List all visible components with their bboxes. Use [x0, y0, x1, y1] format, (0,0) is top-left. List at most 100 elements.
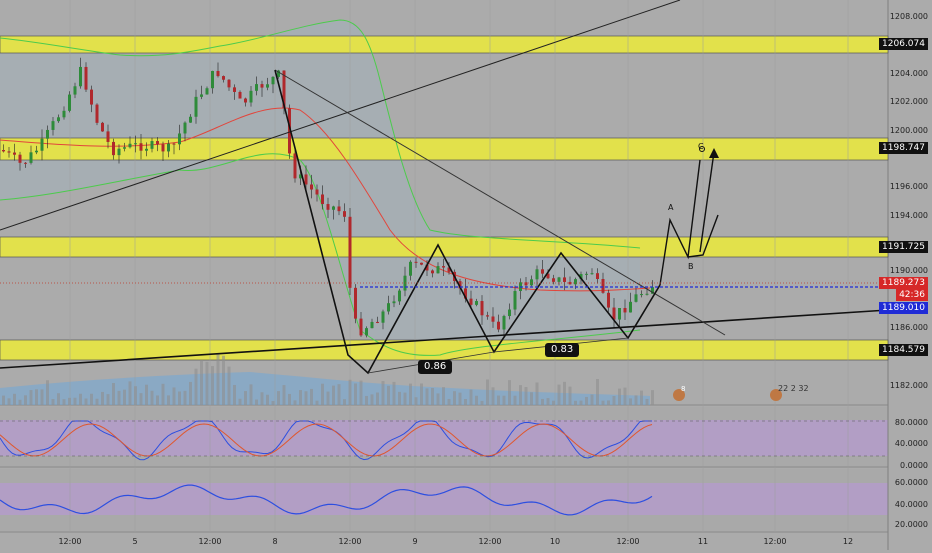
volume-bar — [238, 398, 242, 405]
volume-bar — [585, 396, 588, 405]
volume-bar — [343, 399, 346, 405]
time-tick: 12:00 — [198, 537, 222, 546]
volume-bar — [288, 393, 291, 405]
volume-bar — [607, 400, 610, 405]
volume-bar — [161, 383, 165, 405]
wave-label-c: C — [698, 142, 704, 151]
volume-bar — [612, 396, 616, 405]
candle-body — [414, 261, 418, 263]
time-tick: 12:00 — [58, 537, 82, 546]
candle-body — [480, 301, 484, 316]
candle-body — [68, 94, 71, 111]
candle-body — [436, 266, 440, 274]
stoch-band — [0, 420, 888, 456]
volume-bar — [95, 398, 99, 405]
candle-body — [376, 321, 379, 323]
candle-body — [618, 308, 621, 320]
volume-bar — [590, 394, 594, 405]
volume-bar — [304, 391, 308, 405]
zone-1206 — [0, 35, 889, 54]
candle-body — [2, 150, 5, 152]
time-tick: 10 — [549, 537, 561, 546]
volume-bar — [596, 379, 599, 405]
candle-body — [13, 152, 16, 155]
osc2-tick: 40.0000 — [894, 500, 928, 509]
candle-body — [46, 129, 49, 139]
volume-bar — [634, 395, 638, 405]
wave-label-a: A — [668, 203, 674, 212]
candle-body — [216, 70, 220, 77]
candle-body — [629, 301, 632, 313]
candle-body — [607, 292, 610, 308]
candle-body — [51, 121, 55, 130]
fib-ratio-label: 0.86 — [418, 360, 453, 374]
osc2-tick: 20.0000 — [894, 520, 928, 529]
volume-bar — [618, 388, 621, 405]
chart-canvas[interactable] — [0, 0, 932, 550]
candle-body — [596, 273, 599, 280]
volume-bar — [150, 390, 154, 405]
candle-body — [40, 138, 44, 151]
candle-body — [189, 116, 192, 123]
volume-bar — [651, 390, 654, 405]
time-tick: 12:00 — [616, 537, 640, 546]
volume-bar — [491, 387, 495, 405]
volume-bar — [310, 388, 313, 405]
candle-body — [211, 70, 214, 89]
volume-bar — [117, 390, 121, 405]
candle-body — [139, 143, 143, 151]
candle-body — [623, 308, 627, 313]
candle-body — [145, 148, 148, 151]
candle-body — [101, 122, 104, 132]
candle-body — [238, 91, 242, 99]
event-badge-label: 22 2 32 — [778, 384, 809, 393]
candle-body — [194, 96, 198, 117]
candle-body — [354, 287, 357, 319]
volume-bar — [464, 399, 467, 405]
candle-body — [310, 184, 313, 190]
volume-bar — [535, 382, 539, 405]
volume-bar — [381, 381, 385, 405]
candle-body — [222, 76, 225, 80]
candle-body — [442, 266, 445, 268]
candle-body — [244, 98, 247, 103]
time-tick: 11 — [697, 537, 709, 546]
price-tick: 1196.000 — [889, 182, 928, 191]
volume-bar — [123, 389, 126, 405]
candle-body — [172, 143, 176, 145]
rsi-band — [0, 483, 888, 515]
volume-bar — [486, 379, 489, 405]
volume-bar — [277, 391, 280, 405]
volume-bar — [623, 387, 627, 405]
candle-body — [365, 328, 368, 336]
volume-bar — [13, 393, 16, 405]
volume-bar — [128, 381, 132, 405]
candle-body — [161, 144, 165, 152]
candle-body — [508, 309, 511, 317]
zone-price-label: 1206.074 — [879, 38, 928, 50]
event-badge-label: 8 — [681, 385, 686, 393]
volume-bar — [431, 388, 434, 405]
zone-price-label: 1184.579 — [879, 344, 928, 356]
volume-bar — [216, 353, 220, 405]
volume-bar — [134, 386, 137, 405]
candle-body — [271, 76, 275, 85]
volume-bar — [645, 398, 649, 405]
candle-body — [563, 277, 566, 282]
candle-body — [134, 143, 137, 145]
candle-body — [398, 290, 401, 302]
candle-body — [304, 174, 308, 185]
volume-bar — [299, 390, 302, 405]
candle-body — [513, 291, 517, 310]
volume-bar — [101, 391, 104, 405]
volume-bar — [145, 384, 148, 405]
candle-body — [343, 211, 346, 217]
candle-body — [167, 143, 170, 152]
volume-bar — [321, 383, 324, 405]
time-tick: 9 — [412, 537, 418, 546]
volume-bar — [480, 400, 484, 405]
price-tick: 1186.000 — [889, 323, 928, 332]
candle-body — [18, 154, 22, 163]
volume-bar — [200, 360, 203, 405]
candle-body — [326, 204, 330, 210]
